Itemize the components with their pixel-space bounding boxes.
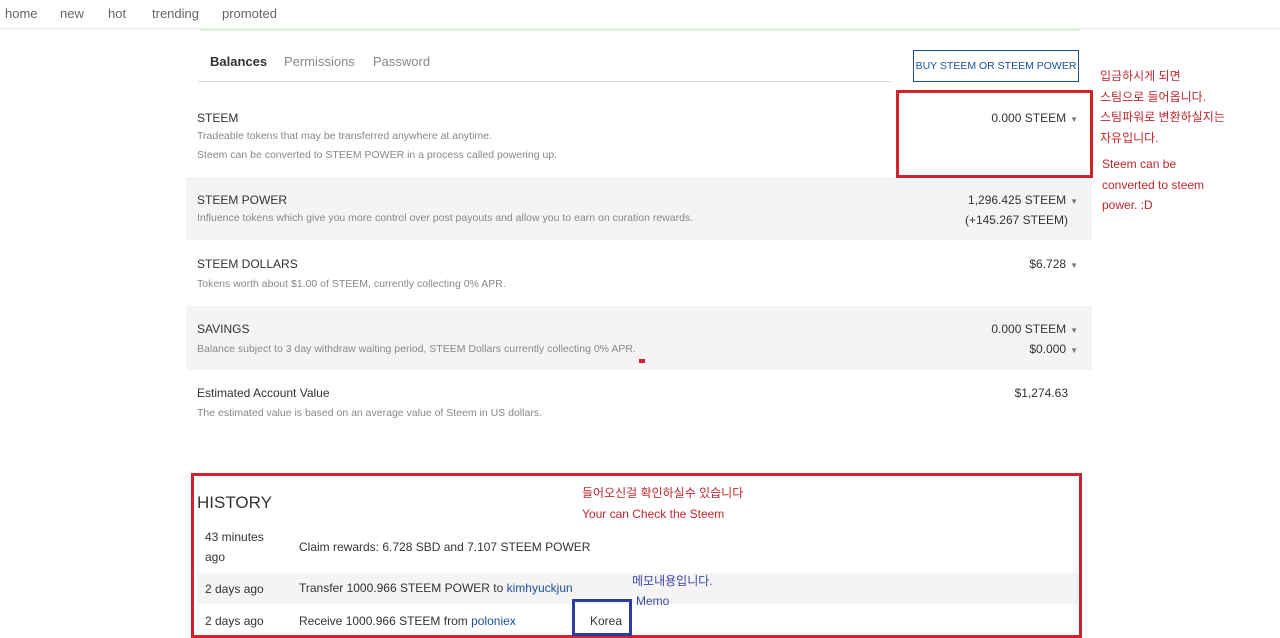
- steem-power-delegated: (+145.267 STEEM): [964, 213, 1068, 227]
- memo-highlight-box: [572, 599, 632, 636]
- estimated-desc: The estimated value is based on an avera…: [197, 407, 542, 419]
- steem-power-dropdown[interactable]: 1,296.425 STEEM ▼: [968, 193, 1078, 207]
- annotation-mark: [639, 359, 645, 363]
- steem-note-en: Steem can be converted to steem power. :…: [1102, 154, 1204, 216]
- account-link[interactable]: poloniex: [471, 614, 516, 628]
- history-text: Receive 1000.966 STEEM from: [299, 614, 472, 628]
- caret-down-icon: ▼: [1070, 346, 1078, 355]
- steem-power-value: 1,296.425 STEEM: [968, 193, 1067, 207]
- steem-note-en-line: Steem can be: [1102, 157, 1177, 171]
- steem-note-ko-line: 스팀으로 들어옵니다.: [1100, 89, 1207, 104]
- steem-title: STEEM: [197, 111, 239, 125]
- wallet-tabs: Balances Permissions Password: [198, 44, 891, 82]
- nav-promoted[interactable]: promoted: [222, 6, 277, 21]
- history-when: 43 minutes ago: [205, 527, 264, 567]
- steem-dollars-desc: Tokens worth about $1.00 of STEEM, curre…: [197, 278, 506, 290]
- history-text-wrap: Transfer 1000.966 STEEM POWER to kimhyuc…: [299, 581, 573, 595]
- steem-note-ko-line: 자유입니다.: [1100, 130, 1159, 145]
- steem-note-ko: 입금하시게 되면 스팀으로 들어옵니다. 스팀파워로 변환하실지는 자유입니다.: [1100, 66, 1225, 148]
- steem-power-desc: Influence tokens which give you more con…: [197, 212, 694, 224]
- steem-highlight-box: [896, 90, 1093, 178]
- nav-hot[interactable]: hot: [108, 6, 126, 21]
- savings-title: SAVINGS: [197, 322, 250, 336]
- steem-note-en-line: converted to steem: [1102, 177, 1205, 192]
- steem-note-en-line: power. :D: [1102, 198, 1153, 212]
- steem-note-ko-line: 입금하시게 되면: [1100, 69, 1181, 83]
- memo-note-en: Memo: [636, 594, 670, 608]
- caret-down-icon: ▼: [1070, 197, 1078, 206]
- history-note-ko: 들어오신걸 확인하실수 있습니다: [582, 486, 744, 500]
- tab-balances[interactable]: Balances: [210, 54, 267, 69]
- buy-steem-button[interactable]: BUY STEEM OR STEEM POWER: [913, 50, 1079, 82]
- header-divider: [200, 28, 1080, 31]
- steem-desc-1: Tradeable tokens that may be transferred…: [197, 130, 492, 142]
- history-when-line: ago: [205, 550, 226, 564]
- savings-steem-dropdown[interactable]: 0.000 STEEM ▼: [991, 322, 1078, 336]
- nav-new[interactable]: new: [60, 6, 84, 21]
- tab-permissions[interactable]: Permissions: [284, 54, 355, 69]
- balance-row-steem-power: STEEM POWER Influence tokens which give …: [186, 177, 1092, 240]
- savings-steem-value: 0.000 STEEM: [991, 322, 1067, 336]
- nav-trending[interactable]: trending: [152, 6, 199, 21]
- steem-dollars-dropdown[interactable]: $6.728 ▼: [1029, 257, 1078, 271]
- history-text-wrap: Receive 1000.966 STEEM from poloniex: [299, 614, 516, 628]
- savings-desc: Balance subject to 3 day withdraw waitin…: [197, 343, 636, 355]
- memo-note-ko: 메모내용입니다.: [632, 574, 713, 588]
- caret-down-icon: ▼: [1070, 326, 1078, 335]
- history-text: Transfer 1000.966 STEEM POWER to: [299, 581, 507, 595]
- steem-desc-2: Steem can be converted to STEEM POWER in…: [197, 149, 558, 161]
- estimated-value: $1,274.63: [1014, 386, 1068, 400]
- tab-password[interactable]: Password: [373, 54, 430, 69]
- account-link[interactable]: kimhyuckjun: [507, 581, 573, 595]
- steem-dollars-value: $6.728: [1029, 257, 1067, 271]
- balance-row-estimated: Estimated Account Value The estimated va…: [186, 370, 1092, 434]
- balance-row-steem-dollars: STEEM DOLLARS Tokens worth about $1.00 o…: [186, 240, 1092, 306]
- steem-power-title: STEEM POWER: [197, 193, 288, 207]
- savings-sbd-dropdown[interactable]: $0.000 ▼: [1029, 342, 1078, 356]
- history-row: 43 minutes ago Claim rewards: 6.728 SBD …: [198, 522, 1078, 572]
- steem-dollars-title: STEEM DOLLARS: [197, 257, 298, 271]
- nav-home[interactable]: home: [5, 6, 38, 21]
- estimated-title: Estimated Account Value: [197, 386, 330, 400]
- caret-down-icon: ▼: [1070, 261, 1078, 270]
- top-nav: home new hot trending promoted: [0, 0, 1280, 29]
- steem-note-ko-line: 스팀파워로 변환하실지는: [1100, 110, 1225, 124]
- history-text: Claim rewards: 6.728 SBD and 7.107 STEEM…: [299, 540, 591, 554]
- history-when: 2 days ago: [205, 614, 264, 628]
- history-when-line: 43 minutes: [205, 530, 264, 544]
- history-when: 2 days ago: [205, 582, 264, 596]
- savings-sbd-value: $0.000: [1029, 342, 1067, 356]
- history-title: HISTORY: [197, 493, 272, 512]
